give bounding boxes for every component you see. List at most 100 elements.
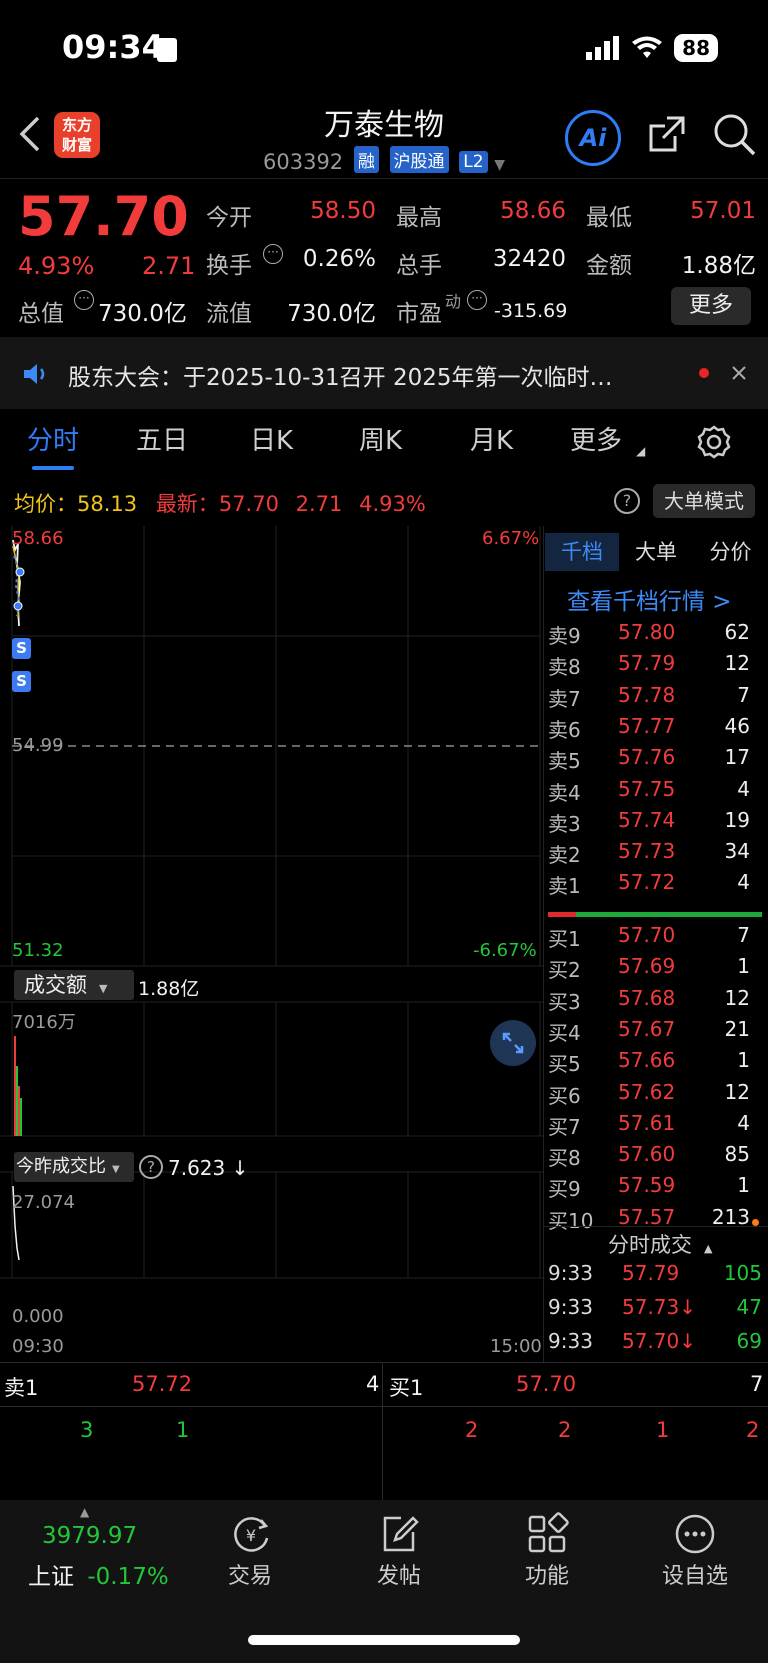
period-tabs: 分时 五日 日K 周K 月K 更多 ◢: [0, 420, 768, 470]
bid-row[interactable]: 买8 57.60 85: [548, 1142, 750, 1172]
share-icon[interactable]: [645, 112, 689, 156]
index-widget[interactable]: ▲ 3979.97 上证 -0.17%: [20, 1505, 180, 1590]
price-mid-label: 54.99: [12, 735, 64, 756]
big-order-mode-button[interactable]: 大单模式: [653, 484, 755, 518]
post-edit-icon[interactable]: [377, 1512, 421, 1556]
info-icon[interactable]: ···: [467, 290, 487, 310]
bid-price: 57.67: [618, 1016, 676, 1041]
bid-row[interactable]: 买6 57.62 12: [548, 1080, 750, 1110]
unread-dot: [699, 368, 709, 378]
sell-marker[interactable]: S: [12, 671, 31, 692]
caret-up-icon: ▲: [80, 1505, 90, 1519]
status-time: 09:34: [62, 28, 164, 66]
ask-volume: 17: [724, 745, 750, 770]
ask-row[interactable]: 卖2 57.73 34: [548, 839, 750, 869]
avg-row: 均价：58.13 最新：57.70 2.71 4.93%: [14, 488, 426, 518]
expand-button[interactable]: [490, 1020, 536, 1066]
caret-down-icon: ▼: [99, 982, 108, 995]
tab-price-dist[interactable]: 分价: [693, 533, 768, 571]
ask-row[interactable]: 卖6 57.77 46: [548, 714, 750, 744]
ask-row[interactable]: 卖3 57.74 19: [548, 808, 750, 838]
trades-header[interactable]: 分时成交 ▲: [608, 1229, 712, 1259]
bid-level: 买3: [548, 989, 581, 1014]
caret-down-icon: ▼: [494, 157, 505, 173]
tab-monthly[interactable]: 月K: [470, 420, 513, 457]
ask-level: 卖9: [548, 624, 581, 648]
bid-price: 57.61: [618, 1110, 676, 1135]
ask-price: 57.76: [618, 745, 676, 770]
trades-header-label: 分时成交: [608, 1233, 692, 1257]
close-icon[interactable]: [731, 365, 747, 381]
trade-volume: 47: [736, 1295, 762, 1319]
amount-label: 金额: [586, 253, 632, 279]
tab-full-depth[interactable]: 千档: [545, 533, 619, 571]
l2-buy-label: 买1: [389, 1376, 424, 1400]
bid-row[interactable]: 买4 57.67 21: [548, 1017, 750, 1047]
time-end-label: 15:00: [490, 1336, 542, 1357]
nav-functions[interactable]: 功能: [497, 1558, 597, 1590]
ask-row[interactable]: 卖4 57.75 4: [548, 777, 750, 807]
ask-row[interactable]: 卖5 57.76 17: [548, 745, 750, 775]
ask-row[interactable]: 卖7 57.78 7: [548, 683, 750, 713]
info-icon[interactable]: ···: [74, 290, 94, 310]
tab-five-day[interactable]: 五日: [136, 420, 188, 457]
sell-marker[interactable]: S: [12, 638, 31, 659]
ask-volume: 4: [737, 776, 750, 801]
help-icon[interactable]: ?: [614, 488, 640, 514]
bid-row[interactable]: 买9 57.59 1: [548, 1173, 750, 1203]
apps-grid-icon[interactable]: [525, 1512, 569, 1556]
amount-max-label: 7016万: [12, 1012, 76, 1033]
price-top-label: 58.66: [12, 528, 64, 549]
bid-row[interactable]: 买5 57.66 1: [548, 1048, 750, 1078]
bid-row[interactable]: 买1 57.70 7: [548, 923, 750, 953]
ask-price: 57.74: [618, 807, 676, 832]
nav-trade[interactable]: 交易: [200, 1558, 300, 1590]
settings-gear-icon[interactable]: [696, 424, 732, 460]
bid-row[interactable]: 买7 57.61 4: [548, 1111, 750, 1141]
amount-selector[interactable]: 成交额 ▼: [14, 970, 134, 1000]
ratio-selector-label: 今昨成交比: [16, 1156, 106, 1177]
home-indicator[interactable]: [248, 1635, 520, 1645]
bid-price: 57.69: [618, 954, 676, 979]
ask-volume: 62: [724, 620, 750, 644]
notice-text: 股东大会：于2025-10-31召开 2025年第一次临时…: [68, 365, 613, 391]
pe-superscript: 动: [445, 292, 462, 311]
bid-price: 57.68: [618, 985, 676, 1010]
bid-level: 买4: [548, 1020, 581, 1045]
full-depth-link[interactable]: 查看千档行情 >: [567, 582, 732, 616]
tab-intraday[interactable]: 分时: [27, 420, 79, 457]
bid-price: 57.62: [618, 1079, 676, 1104]
more-circle-icon[interactable]: [673, 1512, 717, 1556]
nav-watchlist[interactable]: 设自选: [645, 1558, 745, 1590]
tab-big-orders[interactable]: 大单: [619, 533, 693, 571]
ask-level: 卖4: [548, 780, 581, 805]
l2-top-divider: [0, 1362, 768, 1363]
bid-row[interactable]: 买2 57.69 1: [548, 954, 750, 984]
ai-button[interactable]: Ai: [565, 110, 621, 166]
tab-more[interactable]: 更多: [570, 420, 622, 457]
ask-row[interactable]: 卖8 57.79 12: [548, 651, 750, 681]
bid-row[interactable]: 买3 57.68 12: [548, 986, 750, 1016]
tab-daily[interactable]: 日K: [250, 420, 293, 457]
trade-row: 9:33 57.70↓ 69: [548, 1329, 762, 1361]
ask-row[interactable]: 卖9 57.80 62: [548, 620, 750, 650]
change-amount: 2.71: [142, 252, 196, 280]
l2-mid-divider: [0, 1406, 768, 1407]
l2-sell-queue-item: 3: [80, 1418, 94, 1442]
help-icon[interactable]: ?: [139, 1155, 163, 1179]
ratio-selector[interactable]: 今昨成交比 ▼: [14, 1152, 134, 1182]
nav-post[interactable]: 发帖: [349, 1558, 449, 1590]
expand-icon: [502, 1032, 524, 1054]
intraday-chart[interactable]: [0, 526, 544, 1360]
latest-change-pct: 4.93%: [359, 492, 426, 516]
bid-price: 57.66: [618, 1048, 676, 1073]
ask-row[interactable]: 卖1 57.72 4: [548, 870, 750, 900]
l2-sell-label: 卖1: [4, 1376, 39, 1400]
tab-weekly[interactable]: 周K: [359, 420, 402, 457]
search-icon[interactable]: [712, 112, 758, 158]
more-button[interactable]: 更多: [671, 287, 751, 325]
bid-price: 57.60: [618, 1142, 676, 1167]
trade-icon[interactable]: ¥: [229, 1512, 273, 1556]
l2-buy-queue-item: 2: [746, 1418, 760, 1442]
info-icon[interactable]: ···: [263, 244, 283, 264]
